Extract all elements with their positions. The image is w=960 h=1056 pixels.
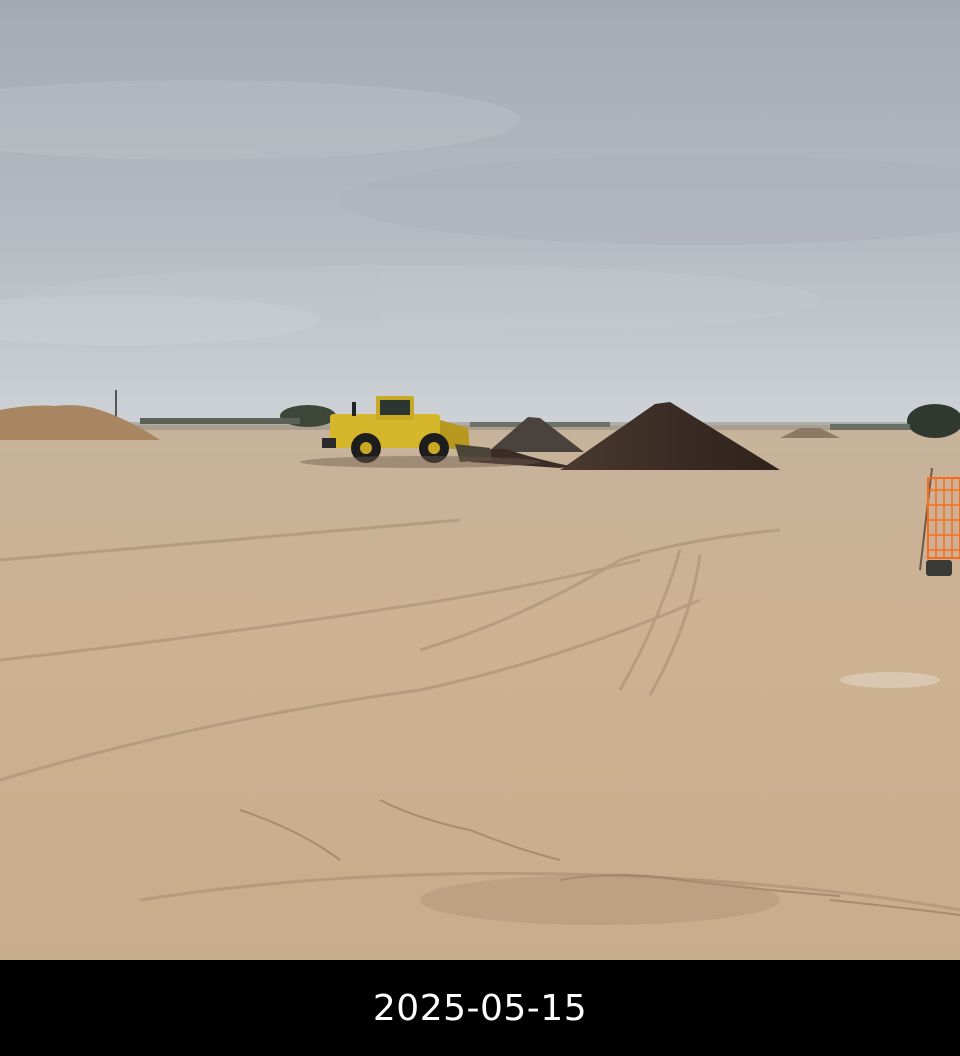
photo-frame: 2025-05-15 [0, 0, 960, 1056]
construction-site-photo [0, 0, 960, 960]
caption-bar: 2025-05-15 [0, 960, 960, 1056]
loader-shadow [300, 456, 540, 468]
pale-patch [840, 672, 940, 688]
damp-patch [420, 875, 780, 925]
dirt-field [0, 425, 960, 960]
date-caption: 2025-05-15 [372, 987, 588, 1029]
